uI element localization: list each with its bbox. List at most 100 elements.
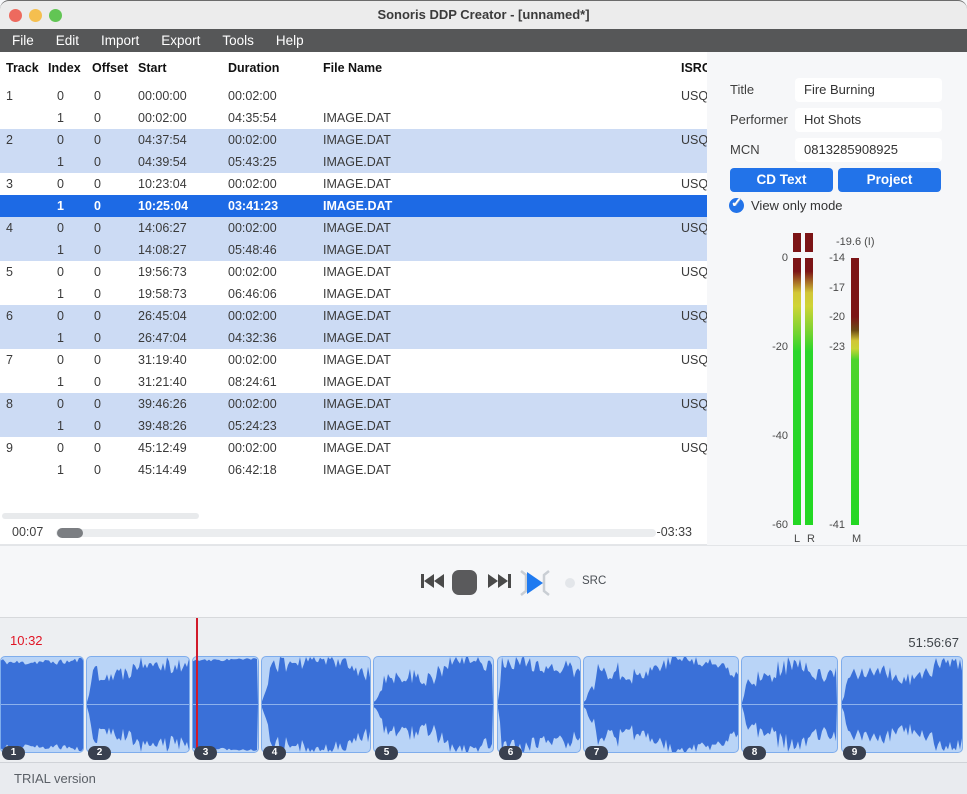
column-header-index[interactable]: Index: [48, 55, 81, 81]
cell-duration: 05:24:23: [228, 415, 277, 437]
cell-start: 00:00:00: [138, 85, 187, 107]
cell-start: 39:48:26: [138, 415, 187, 437]
waveform-track-block[interactable]: [0, 656, 84, 753]
cell-duration: 00:02:00: [228, 349, 277, 371]
src-indicator[interactable]: [565, 578, 575, 588]
view-only-mode-checkbox[interactable]: View only mode: [729, 198, 843, 216]
table-row[interactable]: 10000:00:0000:02:00USQ: [0, 85, 707, 107]
menu-item-edit[interactable]: Edit: [56, 29, 79, 52]
table-row[interactable]: 1045:14:4906:42:18IMAGE.DAT: [0, 459, 707, 481]
horizontal-scrollbar[interactable]: [2, 513, 199, 519]
cell-file: IMAGE.DAT: [323, 459, 391, 481]
table-header-row: Track Index Offset Start Duration File Name IS…: [0, 55, 707, 81]
waveform-track-block[interactable]: [192, 656, 259, 753]
cell-file: IMAGE.DAT: [323, 283, 391, 305]
cell-index: 0: [57, 173, 64, 195]
waveform-track-block[interactable]: [86, 656, 190, 753]
cell-offset: 0: [94, 173, 101, 195]
cell-start: 04:37:54: [138, 129, 187, 151]
play-button[interactable]: [518, 566, 552, 603]
seek-row: 00:07 -03:33: [0, 522, 707, 545]
table-row[interactable]: 80039:46:2600:02:00IMAGE.DATUSQ: [0, 393, 707, 415]
cell-isrc: USQ: [681, 217, 707, 239]
column-header-start[interactable]: Start: [138, 55, 166, 81]
menu-item-import[interactable]: Import: [101, 29, 139, 52]
waveform-track-block[interactable]: [373, 656, 494, 753]
cell-index: 1: [57, 371, 64, 393]
table-row[interactable]: 60026:45:0400:02:00IMAGE.DATUSQ: [0, 305, 707, 327]
performer-field[interactable]: Hot Shots: [795, 108, 942, 132]
transport-bar: SRC: [0, 545, 967, 617]
cd-text-button[interactable]: CD Text: [730, 168, 833, 192]
meter-right: [805, 258, 813, 525]
cell-start: 31:21:40: [138, 371, 187, 393]
menu-item-file[interactable]: File: [12, 29, 34, 52]
table-row[interactable]: 50019:56:7300:02:00IMAGE.DATUSQ: [0, 261, 707, 283]
table-row[interactable]: 70031:19:4000:02:00IMAGE.DATUSQ: [0, 349, 707, 371]
table-row[interactable]: 1004:39:5405:43:25IMAGE.DAT: [0, 151, 707, 173]
table-row[interactable]: 90045:12:4900:02:00IMAGE.DATUSQ: [0, 437, 707, 459]
cell-file: IMAGE.DAT: [323, 349, 391, 371]
cell-index: 0: [57, 393, 64, 415]
cell-duration: 00:02:00: [228, 173, 277, 195]
playhead-cursor[interactable]: [196, 618, 198, 757]
cell-start: 19:58:73: [138, 283, 187, 305]
waveform-track-block[interactable]: [261, 656, 371, 753]
column-header-isrc[interactable]: ISRC: [681, 55, 707, 81]
column-header-offset[interactable]: Offset: [92, 55, 128, 81]
cell-offset: 0: [94, 261, 101, 283]
cell-index: 1: [57, 283, 64, 305]
table-row[interactable]: 1014:08:2705:48:46IMAGE.DAT: [0, 239, 707, 261]
waveform-panel: 10:32 51:56:67 123456789: [0, 617, 967, 762]
cell-offset: 0: [94, 459, 101, 481]
status-text: TRIAL version: [14, 771, 96, 786]
table-row[interactable]: 1000:02:0004:35:54IMAGE.DAT: [0, 107, 707, 129]
waveform-track-block[interactable]: [841, 656, 963, 753]
project-button[interactable]: Project: [838, 168, 941, 192]
cell-index: 0: [57, 129, 64, 151]
cell-index: 0: [57, 437, 64, 459]
waveform-track-block[interactable]: [583, 656, 739, 753]
table-row[interactable]: 1010:25:0403:41:23IMAGE.DAT: [0, 195, 707, 217]
cell-isrc: USQ: [681, 305, 707, 327]
table-row[interactable]: 1031:21:4008:24:61IMAGE.DAT: [0, 371, 707, 393]
cell-track: 2: [6, 129, 13, 151]
table-row[interactable]: 1019:58:7306:46:06IMAGE.DAT: [0, 283, 707, 305]
table-row[interactable]: 30010:23:0400:02:00IMAGE.DATUSQ: [0, 173, 707, 195]
column-header-track[interactable]: Track: [6, 55, 39, 81]
cell-index: 1: [57, 415, 64, 437]
table-row[interactable]: 40014:06:2700:02:00IMAGE.DATUSQ: [0, 217, 707, 239]
track-number-badge: 5: [375, 746, 398, 760]
cell-duration: 06:42:18: [228, 459, 277, 481]
table-row[interactable]: 20004:37:5400:02:00IMAGE.DATUSQ: [0, 129, 707, 151]
column-header-file-name[interactable]: File Name: [323, 55, 382, 81]
details-panel: Title Fire Burning Performer Hot Shots M…: [707, 52, 967, 545]
table-row[interactable]: 1026:47:0404:32:36IMAGE.DAT: [0, 327, 707, 349]
seek-slider[interactable]: [56, 529, 656, 537]
cell-offset: 0: [94, 305, 101, 327]
cell-file: IMAGE.DAT: [323, 151, 391, 173]
cell-start: 45:12:49: [138, 437, 187, 459]
cell-duration: 00:02:00: [228, 217, 277, 239]
menu-item-tools[interactable]: Tools: [222, 29, 254, 52]
waveform-track-block[interactable]: [741, 656, 838, 753]
cell-index: 0: [57, 217, 64, 239]
title-field[interactable]: Fire Burning: [795, 78, 942, 102]
seek-slider-thumb[interactable]: [57, 528, 83, 538]
cell-track: 6: [6, 305, 13, 327]
next-track-button[interactable]: [488, 571, 512, 594]
performer-label: Performer: [730, 112, 788, 127]
previous-track-button[interactable]: [420, 571, 444, 594]
stop-button[interactable]: [452, 570, 477, 595]
menu-item-help[interactable]: Help: [276, 29, 304, 52]
table-row[interactable]: 1039:48:2605:24:23IMAGE.DAT: [0, 415, 707, 437]
track-number-badge: 4: [263, 746, 286, 760]
mcn-field[interactable]: 0813285908925: [795, 138, 942, 162]
column-header-duration[interactable]: Duration: [228, 55, 279, 81]
cell-start: 26:45:04: [138, 305, 187, 327]
waveform-track-block[interactable]: [497, 656, 581, 753]
menu-item-export[interactable]: Export: [161, 29, 200, 52]
cell-duration: 00:02:00: [228, 437, 277, 459]
cell-isrc: USQ: [681, 393, 707, 415]
lr-scale-tick: -40: [758, 430, 788, 442]
